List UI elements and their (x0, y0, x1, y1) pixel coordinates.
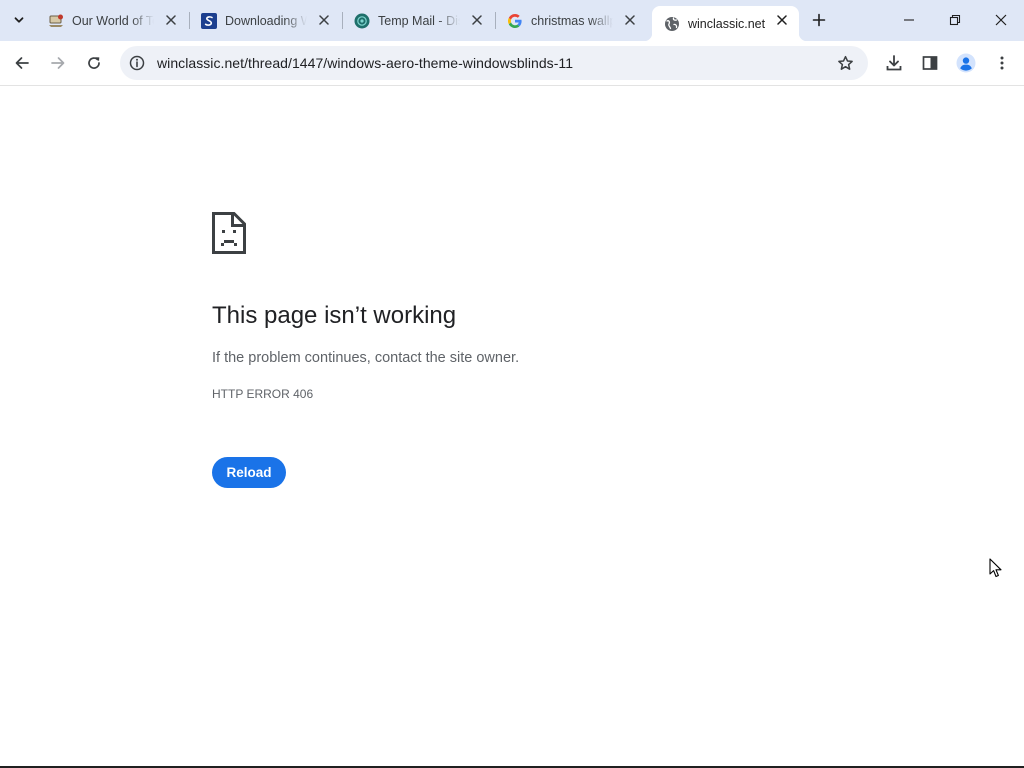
google-g-favicon-icon (507, 13, 523, 29)
tab-title: Temp Mail - Disposable (378, 13, 460, 28)
reload-button[interactable]: Reload (212, 457, 286, 488)
back-button[interactable] (8, 49, 36, 77)
new-tab-button[interactable] (808, 9, 830, 31)
laptop-favicon-icon (48, 13, 64, 29)
close-tab-icon[interactable] (775, 13, 789, 27)
address-url[interactable]: winclassic.net/thread/1447/windows-aero-… (157, 55, 573, 71)
close-icon (995, 14, 1007, 26)
plus-icon (812, 13, 826, 27)
close-tab-icon[interactable] (470, 13, 484, 27)
page-content: This page isn’t working If the problem c… (0, 87, 1024, 768)
address-bar[interactable]: winclassic.net/thread/1447/windows-aero-… (120, 46, 868, 80)
forward-button[interactable] (44, 49, 72, 77)
kebab-menu-icon (1000, 56, 1004, 70)
arrow-right-icon (51, 57, 65, 69)
tab-winclassic-active[interactable]: winclassic.net (644, 6, 807, 41)
tab-title: winclassic.net (688, 16, 766, 31)
arrow-left-icon (15, 57, 29, 69)
tab-temp-mail[interactable]: Temp Mail - Disposable (342, 6, 494, 35)
side-panel-button[interactable] (916, 49, 944, 77)
download-icon (886, 55, 902, 71)
minimize-icon (904, 19, 914, 21)
tab-title: christmas wallpaper (531, 13, 613, 28)
tab-title: Our World of Technology (72, 13, 154, 28)
bookmark-star-icon[interactable] (836, 54, 854, 72)
menu-button[interactable] (988, 49, 1016, 77)
profile-button[interactable] (952, 49, 980, 77)
tempmail-favicon-icon (354, 13, 370, 29)
tab-our-world-of-technology[interactable]: Our World of Technology (36, 6, 188, 35)
reload-toolbar-button[interactable] (80, 49, 108, 77)
mouse-cursor-icon (989, 558, 1002, 578)
error-code: HTTP ERROR 406 (212, 387, 314, 401)
restore-button[interactable] (932, 0, 978, 40)
error-heading: This page isn’t working (212, 302, 457, 329)
downloads-button[interactable] (880, 49, 908, 77)
tab-search-button[interactable] (7, 8, 31, 32)
error-description: If the problem continues, contact the si… (212, 350, 520, 366)
globe-favicon-icon (664, 16, 680, 32)
site-info-icon[interactable] (128, 54, 146, 72)
chevron-down-icon (14, 17, 24, 23)
side-panel-icon (922, 56, 938, 70)
tab-christmas-wallpaper[interactable]: christmas wallpaper (495, 6, 647, 35)
sad-page-icon (212, 212, 246, 254)
avatar-icon (956, 53, 976, 73)
tab-title: Downloading Windows (225, 13, 307, 28)
blue-s-favicon-icon (201, 12, 217, 29)
close-tab-icon[interactable] (623, 13, 637, 27)
close-tab-icon[interactable] (317, 13, 331, 27)
close-tab-icon[interactable] (164, 13, 178, 27)
restore-icon (949, 14, 961, 26)
tab-strip: Our World of Technology Downloading Wind… (0, 0, 1024, 41)
minimize-button[interactable] (886, 0, 932, 40)
refresh-icon (88, 57, 100, 69)
close-window-button[interactable] (978, 0, 1024, 40)
tab-downloading-windows[interactable]: Downloading Windows (189, 6, 341, 35)
browser-toolbar: winclassic.net/thread/1447/windows-aero-… (0, 41, 1024, 86)
